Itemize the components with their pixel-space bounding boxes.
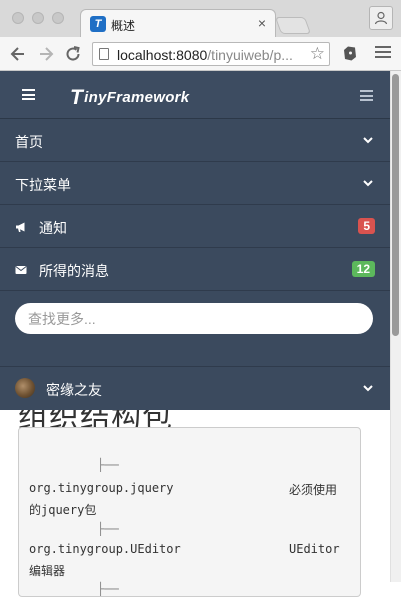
bookmark-star-icon[interactable]: ☆	[310, 44, 325, 64]
sidebar-toggle-icon[interactable]	[22, 89, 35, 100]
back-arrow-icon[interactable]	[8, 44, 28, 64]
avatar	[15, 378, 35, 398]
package-desc: 编辑器	[29, 564, 66, 578]
person-icon	[374, 11, 388, 25]
close-window-button[interactable]	[12, 12, 24, 24]
package-desc: 的jquery包	[29, 503, 97, 517]
maximize-window-button[interactable]	[52, 12, 64, 24]
tab-title: 概述	[111, 19, 136, 33]
profile-button[interactable]	[369, 6, 393, 30]
browser-tab-bar: T 概述 ×	[0, 0, 401, 37]
browser-tab[interactable]: T 概述 ×	[80, 9, 276, 37]
mobile-nav-panel: TinyFramework 首页 下拉菜单 通知 5 所得的消息 12 密缘之友	[0, 71, 390, 410]
page-icon	[99, 48, 109, 60]
scrollbar-thumb[interactable]	[392, 74, 399, 336]
tree-line: ├──	[97, 582, 119, 596]
nav-item-notifications[interactable]: 通知 5	[0, 205, 390, 248]
nav-item-label: 通知	[39, 220, 67, 236]
minimize-window-button[interactable]	[32, 12, 44, 24]
bullhorn-icon	[16, 222, 25, 232]
url-text: localhost:8080/tinyuiweb/p...	[117, 47, 301, 63]
tree-line: ├──	[97, 458, 119, 472]
reload-icon[interactable]	[63, 44, 83, 64]
navbar-toggle-icon[interactable]	[360, 90, 373, 101]
brand-logo[interactable]: TinyFramework	[70, 84, 190, 109]
tree-line: ├──	[97, 522, 119, 536]
address-bar[interactable]: localhost:8080/tinyuiweb/p... ☆	[92, 42, 330, 66]
url-host: localhost:8080	[117, 47, 208, 63]
nav-item-label: 所得的消息	[39, 263, 109, 279]
nav-search-form	[0, 290, 390, 367]
nav-item-home[interactable]: 首页	[0, 119, 390, 162]
envelope-icon	[15, 266, 27, 274]
brand-text: inyFramework	[84, 89, 190, 106]
tiny-favicon-icon: T	[90, 16, 106, 32]
brand-initial: T	[70, 86, 84, 109]
user-menu[interactable]: 密缘之友	[0, 367, 390, 410]
search-input[interactable]	[15, 303, 373, 334]
nav-item-label: 首页	[15, 134, 43, 150]
user-name: 密缘之友	[46, 382, 102, 398]
package-name: org.tinygroup.UEditor	[29, 542, 181, 556]
message-count-badge: 12	[351, 261, 375, 277]
tab-close-icon[interactable]: ×	[258, 15, 266, 31]
code-block: ├── org.tinygroup.jquery 必须使用 的jquery包 ├…	[18, 427, 361, 597]
package-desc: 必须使用	[289, 483, 338, 497]
navbar-header: TinyFramework	[0, 71, 390, 119]
package-name: org.tinygroup.jquery	[29, 481, 174, 495]
nav-item-dropdown[interactable]: 下拉菜单	[0, 162, 390, 205]
chrome-menu-icon[interactable]	[375, 46, 391, 60]
url-path: /tinyuiweb/p...	[207, 47, 293, 63]
package-desc: UEditor	[289, 542, 340, 556]
nav-item-messages[interactable]: 所得的消息 12	[0, 248, 390, 291]
browser-toolbar: localhost:8080/tinyuiweb/p... ☆	[0, 37, 401, 71]
chevron-down-icon	[363, 180, 373, 187]
nav-item-label: 下拉菜单	[15, 177, 71, 193]
forward-arrow-icon[interactable]	[36, 44, 56, 64]
evernote-extension-icon[interactable]	[341, 45, 358, 62]
chevron-down-icon	[363, 137, 373, 144]
notification-count-badge: 5	[358, 218, 375, 234]
new-tab-button[interactable]	[274, 17, 312, 34]
chevron-down-icon	[363, 385, 373, 392]
